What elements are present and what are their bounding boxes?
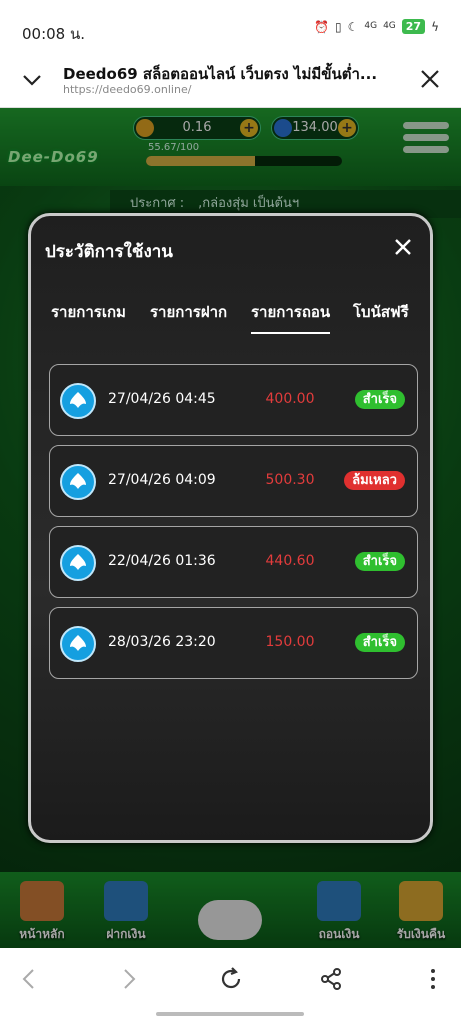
- status-badge: สำเร็จ: [354, 633, 405, 652]
- modal-title: ประวัติการใช้งาน: [45, 242, 173, 262]
- signal-icon-2: 4G: [383, 21, 396, 31]
- alarm-icon: ⏰: [314, 19, 329, 34]
- moon-icon: ☾: [347, 19, 359, 34]
- status-badge: ล้มเหลว: [344, 471, 405, 490]
- bank-logo-icon: [60, 383, 96, 419]
- bank-logo-icon: [60, 545, 96, 581]
- transaction-row[interactable]: 27/04/26 04:09 500.30 ล้มเหลว: [49, 445, 418, 517]
- tab-games[interactable]: รายการเกม: [51, 300, 126, 324]
- close-icon[interactable]: [419, 68, 441, 90]
- status-badge: สำเร็จ: [354, 390, 405, 409]
- transaction-amount: 440.60: [265, 553, 315, 569]
- signal-icon: 4G: [364, 21, 378, 31]
- chevron-down-icon[interactable]: [20, 68, 44, 92]
- home-indicator[interactable]: [156, 1012, 304, 1016]
- forward-arrow-icon[interactable]: [116, 966, 142, 992]
- battery-icon: 27: [401, 19, 426, 34]
- transaction-date: 27/04/26 04:45: [108, 391, 216, 407]
- reload-icon[interactable]: [218, 966, 244, 992]
- share-icon[interactable]: [318, 966, 344, 992]
- transaction-date: 27/04/26 04:09: [108, 472, 216, 488]
- close-icon[interactable]: [394, 238, 412, 256]
- status-badge: สำเร็จ: [354, 552, 405, 571]
- history-tabs: รายการเกม รายการฝาก รายการถอน โบนัสฟรี: [31, 300, 430, 334]
- status-bar: 00:08 น. ⏰ ▯ ☾ 4G 4G 27 ϟ: [0, 0, 461, 54]
- history-modal: ประวัติการใช้งาน รายการเกม รายการฝาก ราย…: [28, 213, 433, 843]
- back-arrow-icon[interactable]: [16, 966, 42, 992]
- transaction-date: 22/04/26 01:36: [108, 553, 216, 569]
- transaction-amount: 400.00: [265, 391, 315, 407]
- tab-withdrawals[interactable]: รายการถอน: [251, 300, 331, 334]
- transaction-amount: 500.30: [265, 472, 315, 488]
- more-options-icon[interactable]: [420, 966, 446, 992]
- charging-icon: ϟ: [431, 19, 439, 34]
- bank-logo-icon: [60, 464, 96, 500]
- transaction-date: 28/03/26 23:20: [108, 634, 216, 650]
- transaction-row[interactable]: 27/04/26 04:45 400.00 สำเร็จ: [49, 364, 418, 436]
- tab-free-bonus[interactable]: โบนัสฟรี: [353, 300, 409, 324]
- page-url[interactable]: https://deedo69.online/: [63, 83, 191, 96]
- transaction-row[interactable]: 28/03/26 23:20 150.00 สำเร็จ: [49, 607, 418, 679]
- browser-url-bar: Deedo69 สล็อตออนไลน์ เว็บตรง ไม่มีขั้นต่…: [0, 54, 461, 108]
- bank-logo-icon: [60, 626, 96, 662]
- vibrate-icon: ▯: [334, 19, 342, 34]
- tab-deposits[interactable]: รายการฝาก: [150, 300, 227, 324]
- transaction-row[interactable]: 22/04/26 01:36 440.60 สำเร็จ: [49, 526, 418, 598]
- status-icons: ⏰ ▯ ☾ 4G 4G 27 ϟ: [314, 19, 439, 34]
- status-time: 00:08 น.: [22, 25, 86, 43]
- transaction-amount: 150.00: [265, 634, 315, 650]
